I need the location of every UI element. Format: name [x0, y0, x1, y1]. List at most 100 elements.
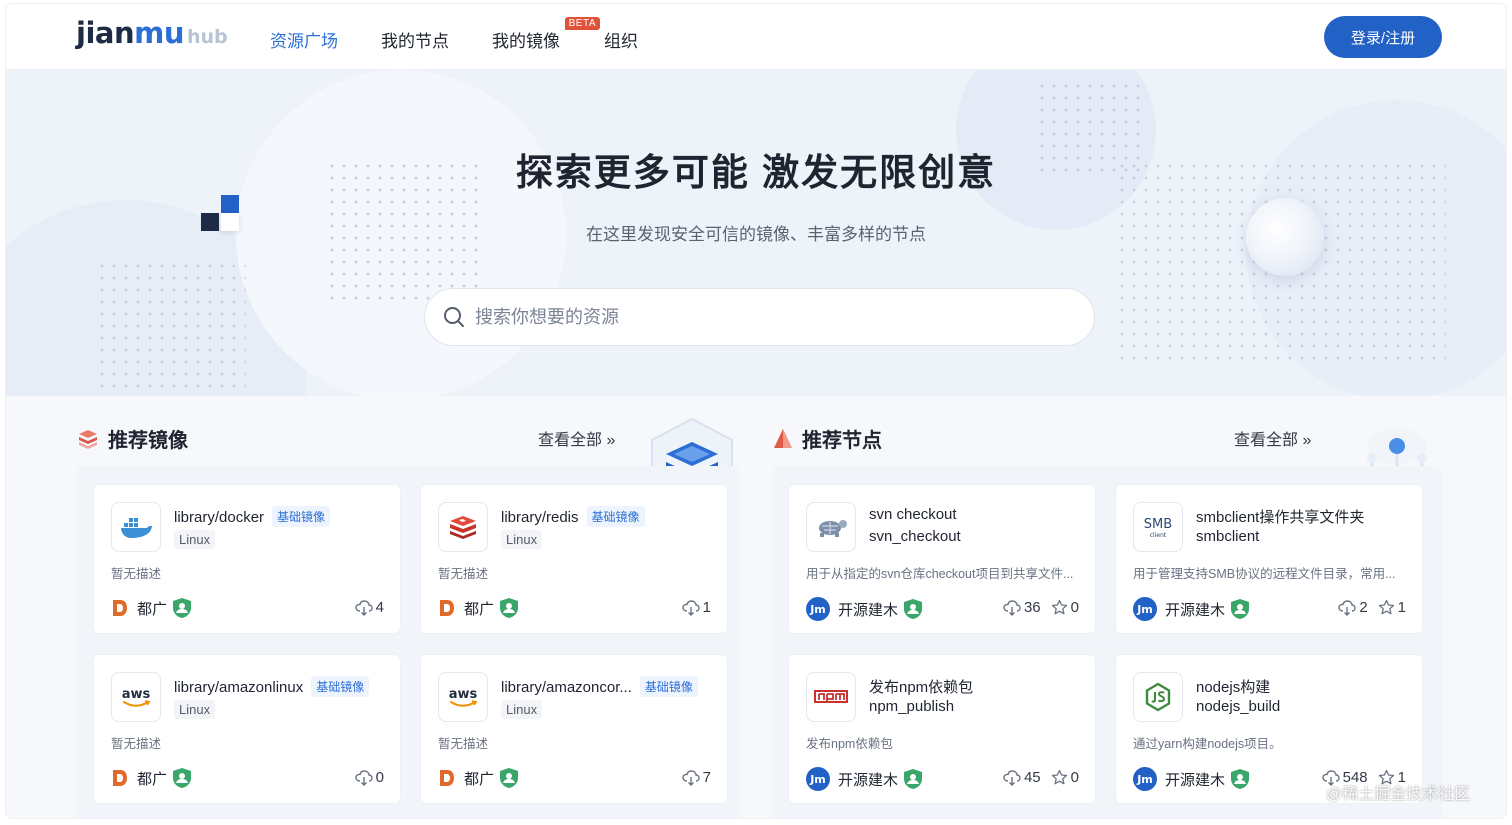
jianmu-avatar-icon: Jm: [806, 767, 830, 791]
nav-my-images-label: 我的镜像: [492, 32, 560, 51]
node-description: 发布npm依赖包: [806, 737, 893, 751]
image-name: library/amazonlinux 基础镜像: [174, 676, 370, 697]
download-count: 7: [702, 769, 711, 786]
image-card[interactable]: library/docker 基础镜像 Linux 暂无描述 都广 4: [93, 484, 401, 634]
nodes-view-all-link[interactable]: 查看全部 »: [1234, 426, 1311, 450]
star-icon[interactable]: [1378, 599, 1395, 616]
juejin-watermark: @稀土掘金技术社区: [1326, 786, 1471, 803]
nav-resource-square[interactable]: 资源广场: [270, 27, 338, 52]
owner-name: 都广: [137, 770, 168, 788]
image-owner[interactable]: 都广: [111, 767, 193, 789]
search-icon: [444, 307, 464, 327]
image-stats: 7: [672, 769, 711, 786]
nav-my-images[interactable]: 我的镜像 BETA: [492, 17, 600, 52]
recommended-nodes-title: 推荐节点: [802, 430, 882, 452]
svn-turtle-icon: [806, 502, 856, 552]
image-owner[interactable]: 都广: [438, 767, 520, 789]
node-card[interactable]: SMB client smbclient操作共享文件夹 smbclient 用于管…: [1115, 484, 1423, 634]
svg-text:aws: aws: [122, 687, 151, 702]
base-image-tag: 基础镜像: [586, 506, 645, 527]
nav-organization[interactable]: 组织: [604, 27, 638, 52]
verified-shield-icon: [1231, 599, 1250, 619]
owner-name: 都广: [464, 770, 495, 788]
node-card[interactable]: svn checkout svn_checkout 用于从指定的svn仓库che…: [788, 484, 1096, 634]
svg-text:client: client: [1150, 532, 1167, 539]
image-description: 暂无描述: [438, 567, 489, 581]
star-icon[interactable]: [1051, 599, 1068, 616]
owner-name: 开源建木: [1165, 771, 1226, 789]
os-label: Linux: [501, 530, 543, 549]
os-label: Linux: [174, 530, 216, 549]
main-nav: 资源广场 我的节点 我的镜像 BETA 组织: [270, 17, 681, 52]
image-name: library/amazoncor... 基础镜像: [501, 676, 698, 697]
owner-name: 都广: [137, 600, 168, 618]
svg-text:SMB: SMB: [1144, 517, 1172, 532]
hero-subtitle: 在这里发现安全可信的镜像、丰富多样的节点: [586, 225, 926, 244]
download-count: 36: [1023, 599, 1041, 616]
image-stats: 4: [345, 599, 384, 616]
node-ref: svn_checkout: [869, 528, 961, 545]
star-icon[interactable]: [1051, 769, 1068, 786]
image-card[interactable]: library/redis 基础镜像 Linux 暂无描述 都广 1: [420, 484, 728, 634]
node-owner[interactable]: Jm 开源建木: [806, 767, 924, 791]
image-card[interactable]: aws library/amazoncor... 基础镜像 Linux 暂无描述 …: [420, 654, 728, 804]
cone-icon: [774, 428, 792, 448]
node-ref: npm_publish: [869, 698, 955, 715]
node-name: smbclient操作共享文件夹: [1196, 509, 1365, 526]
image-owner[interactable]: 都广: [438, 597, 520, 619]
node-owner[interactable]: Jm 开源建木: [1133, 597, 1251, 621]
base-image-tag: 基础镜像: [639, 676, 698, 697]
os-label: Linux: [501, 700, 543, 719]
cube-stack-icon: [79, 429, 97, 449]
star-count: 0: [1070, 769, 1079, 786]
smb-client-icon: SMB client: [1133, 502, 1183, 552]
recommended-nodes-section: 推荐节点 查看全部 » svn checkout svn_checkout 用于…: [772, 396, 1452, 818]
nodejs-icon: [1133, 672, 1183, 722]
search-input[interactable]: [475, 306, 1055, 328]
app-window: jianmu hub 资源广场 我的节点 我的镜像 BETA 组织 登录/注册: [6, 4, 1506, 818]
node-card[interactable]: 发布npm依赖包 npm_publish 发布npm依赖包 Jm 开源建木 45…: [788, 654, 1096, 804]
owner-d-logo-icon: [113, 600, 127, 616]
jianmu-avatar-icon: Jm: [806, 597, 830, 621]
node-description: 用于从指定的svn仓库checkout项目到共享文件...: [806, 567, 1074, 581]
logo-text-b: mu: [134, 16, 184, 50]
download-count: 2: [1359, 599, 1368, 616]
node-owner[interactable]: Jm 开源建木: [1133, 767, 1251, 791]
recommended-images-section: 推荐镜像 查看全部 » library/docker 基础镜像 Linux 暂无描…: [76, 396, 740, 818]
search-box[interactable]: [424, 288, 1095, 346]
base-image-tag: 基础镜像: [311, 676, 370, 697]
hero-dots-left: [96, 260, 246, 390]
owner-name: 开源建木: [838, 601, 899, 619]
verified-shield-icon: [904, 599, 923, 619]
base-image-tag: 基础镜像: [272, 506, 331, 527]
aws-icon: aws: [438, 672, 488, 722]
nav-my-nodes[interactable]: 我的节点: [381, 27, 449, 52]
image-description: 暂无描述: [438, 737, 489, 751]
verified-shield-icon: [500, 598, 519, 618]
verified-shield-icon: [500, 768, 519, 788]
download-cloud-icon: [354, 599, 373, 616]
node-ref: nodejs_build: [1196, 698, 1281, 715]
images-view-all-link[interactable]: 查看全部 »: [538, 426, 615, 450]
node-owner[interactable]: Jm 开源建木: [806, 597, 924, 621]
download-cloud-icon: [681, 599, 700, 616]
download-cloud-icon: [681, 769, 700, 786]
star-count: 0: [1070, 599, 1079, 616]
download-count: 1: [702, 599, 711, 616]
verified-shield-icon: [173, 768, 192, 788]
node-name: nodejs构建: [1196, 679, 1271, 696]
os-label: Linux: [174, 700, 216, 719]
image-stats: 0: [345, 769, 384, 786]
login-register-button[interactable]: 登录/注册: [1324, 16, 1442, 58]
image-stats: 1: [672, 599, 711, 616]
logo-text-a: jian: [76, 16, 135, 50]
download-count: 0: [375, 769, 384, 786]
image-owner[interactable]: 都广: [111, 597, 193, 619]
image-description: 暂无描述: [111, 567, 162, 581]
download-cloud-icon: [1338, 599, 1357, 616]
jianmu-hub-logo[interactable]: jianmu hub: [76, 16, 228, 52]
image-card[interactable]: aws library/amazonlinux 基础镜像 Linux 暂无描述 都…: [93, 654, 401, 804]
hero-title: 探索更多可能 激发无限创意: [515, 152, 997, 193]
logo-hub-text: hub: [186, 26, 228, 48]
redis-icon: [438, 502, 488, 552]
